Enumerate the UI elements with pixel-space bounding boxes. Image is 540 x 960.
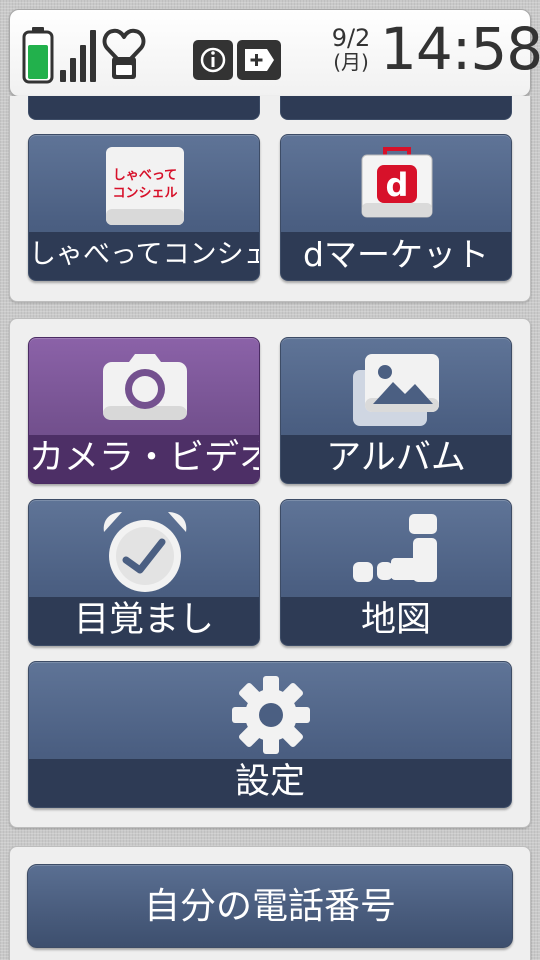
map-route-icon — [353, 514, 437, 582]
shabette-icon-text-top: しゃべって — [113, 168, 177, 183]
tile-camera-video[interactable]: カメラ・ビデオ — [28, 337, 260, 484]
tile-d-market[interactable]: d dマーケット — [280, 134, 512, 281]
partial-tile-right[interactable] — [280, 96, 512, 120]
tile-label-album: アルバム — [326, 438, 466, 478]
info-icon — [193, 40, 233, 80]
add-box-icon — [237, 40, 281, 80]
shabette-icon-text-bottom: コンシェル — [112, 186, 177, 201]
heart-charm-icon — [102, 28, 146, 79]
my-phone-number-button[interactable]: 自分の電話番号 — [27, 864, 513, 948]
d-market-bag-icon: d — [361, 147, 433, 218]
date-text: 9/2 — [331, 24, 371, 52]
tile-album[interactable]: アルバム — [280, 337, 512, 484]
tile-label-alarm: 目覚まし — [73, 600, 214, 640]
partial-tile-left[interactable] — [28, 96, 260, 120]
tile-label-d-market: dマーケット — [303, 235, 489, 274]
battery-icon — [22, 27, 54, 84]
weekday-text: (月) — [333, 50, 369, 74]
camera-icon — [103, 354, 187, 420]
status-date: 9/2 (月) — [326, 26, 376, 72]
tile-label-camera-video: カメラ・ビデオ — [29, 438, 260, 478]
d-market-icon-letter: d — [386, 166, 409, 204]
gear-icon — [232, 676, 310, 754]
shabette-concier-icon: しゃべって コンシェル — [106, 147, 184, 225]
clock-time: 14:58 — [380, 15, 540, 83]
signal-icon — [60, 30, 96, 82]
tile-alarm[interactable]: 目覚まし — [28, 499, 260, 646]
tile-shabette-concier[interactable]: しゃべって コンシェル しゃべってコンシェル — [28, 134, 260, 281]
tile-settings[interactable]: 設定 — [28, 661, 512, 808]
status-bar: 9/2 (月) 14:58 — [9, 9, 540, 97]
alarm-clock-icon — [103, 512, 187, 592]
tile-label-settings: 設定 — [234, 762, 305, 802]
album-icon — [353, 354, 439, 426]
tile-map[interactable]: 地図 — [280, 499, 512, 646]
tile-label-map: 地図 — [360, 600, 431, 640]
tile-label-shabette-concier: しゃべってコンシェル — [29, 239, 259, 270]
